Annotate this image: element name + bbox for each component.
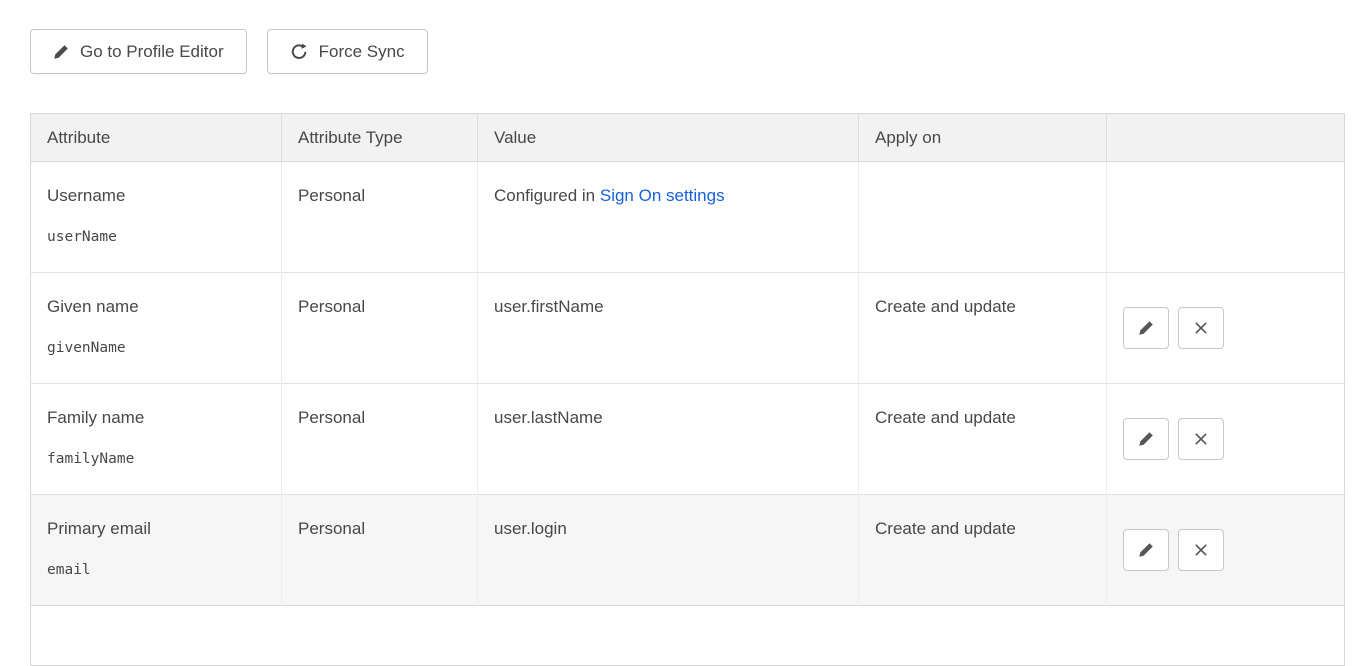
attribute-type-value: Personal: [298, 519, 365, 538]
apply-on-cell: [859, 162, 1107, 273]
attribute-type-value: Personal: [298, 186, 365, 205]
delete-attribute-button[interactable]: [1178, 307, 1224, 349]
value-cell: Configured in Sign On settings: [478, 162, 859, 273]
table-header: Attribute Attribute Type Value Apply on: [31, 114, 1345, 162]
empty-row: [31, 606, 1345, 666]
apply-on-value: Create and update: [875, 408, 1016, 427]
value-text: user.firstName: [494, 297, 604, 316]
attribute-variable-name: familyName: [47, 451, 265, 467]
attribute-label: Family name: [47, 408, 265, 428]
apply-on-value: Create and update: [875, 297, 1016, 316]
table-row: Family name familyName Personal user.lastNa…: [31, 384, 1345, 495]
table-row: Primary email email Personal user.login Crea…: [31, 495, 1345, 606]
apply-on-cell: Create and update: [859, 384, 1107, 495]
table-row: Username userName Personal Configured in Si…: [31, 162, 1345, 273]
actions-cell: [1107, 384, 1345, 495]
row-actions: [1123, 307, 1328, 349]
attribute-variable-name: givenName: [47, 340, 265, 356]
apply-on-cell: Create and update: [859, 495, 1107, 606]
attribute-cell: Given name givenName: [31, 273, 282, 384]
table-body: Username userName Personal Configured in Si…: [31, 162, 1345, 666]
attribute-type-cell: Personal: [282, 384, 478, 495]
apply-on-value: Create and update: [875, 519, 1016, 538]
header-attribute-type: Attribute Type: [282, 114, 478, 162]
attribute-mappings-page: Go to Profile Editor Force Sync Attribut…: [0, 0, 1370, 666]
pencil-icon: [1138, 320, 1154, 336]
attribute-type-cell: Personal: [282, 273, 478, 384]
delete-attribute-button[interactable]: [1178, 418, 1224, 460]
value-cell: user.firstName: [478, 273, 859, 384]
attribute-mapping-table: Attribute Attribute Type Value Apply on …: [30, 113, 1345, 666]
attribute-cell: Username userName: [31, 162, 282, 273]
header-value: Value: [478, 114, 859, 162]
refresh-icon: [290, 43, 308, 61]
go-to-profile-editor-button[interactable]: Go to Profile Editor: [30, 29, 247, 74]
row-actions: [1123, 529, 1328, 571]
sign-on-settings-link[interactable]: Sign On settings: [600, 186, 725, 205]
value-cell: user.lastName: [478, 384, 859, 495]
row-actions: [1123, 418, 1328, 460]
close-icon: [1194, 432, 1208, 446]
attribute-type-cell: Personal: [282, 495, 478, 606]
close-icon: [1194, 543, 1208, 557]
pencil-icon: [53, 44, 69, 60]
table-row: Given name givenName Personal user.firstNam…: [31, 273, 1345, 384]
attribute-label: Primary email: [47, 519, 265, 539]
value-text: Configured in: [494, 186, 595, 205]
actions-cell: [1107, 273, 1345, 384]
go-to-profile-editor-label: Go to Profile Editor: [80, 42, 224, 62]
attribute-cell: Family name familyName: [31, 384, 282, 495]
attribute-label: Given name: [47, 297, 265, 317]
value-cell: user.login: [478, 495, 859, 606]
force-sync-label: Force Sync: [319, 42, 405, 62]
header-apply-on: Apply on: [859, 114, 1107, 162]
close-icon: [1194, 321, 1208, 335]
actions-cell: [1107, 495, 1345, 606]
header-attribute: Attribute: [31, 114, 282, 162]
attribute-type-value: Personal: [298, 297, 365, 316]
actions-cell: [1107, 162, 1345, 273]
edit-attribute-button[interactable]: [1123, 307, 1169, 349]
attribute-type-value: Personal: [298, 408, 365, 427]
pencil-icon: [1138, 431, 1154, 447]
attribute-variable-name: userName: [47, 229, 265, 245]
apply-on-cell: Create and update: [859, 273, 1107, 384]
attribute-variable-name: email: [47, 562, 265, 578]
edit-attribute-button[interactable]: [1123, 529, 1169, 571]
toolbar: Go to Profile Editor Force Sync: [30, 29, 1344, 74]
edit-attribute-button[interactable]: [1123, 418, 1169, 460]
pencil-icon: [1138, 542, 1154, 558]
delete-attribute-button[interactable]: [1178, 529, 1224, 571]
value-text: user.login: [494, 519, 567, 538]
attribute-type-cell: Personal: [282, 162, 478, 273]
attribute-label: Username: [47, 186, 265, 206]
attribute-cell: Primary email email: [31, 495, 282, 606]
force-sync-button[interactable]: Force Sync: [267, 29, 428, 74]
header-actions: [1107, 114, 1345, 162]
value-text: user.lastName: [494, 408, 603, 427]
